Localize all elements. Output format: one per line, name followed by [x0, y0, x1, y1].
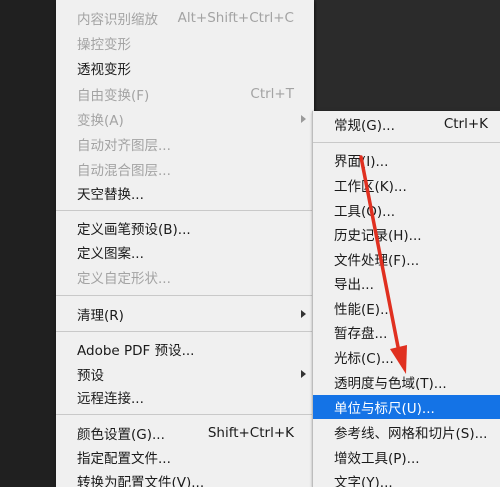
submenu-item-interface[interactable]: 界面(I)...	[313, 148, 500, 172]
menu-item-presets[interactable]: 预设	[56, 362, 314, 386]
submenu-arrow-icon	[301, 370, 306, 378]
menu-item-content-aware-scale[interactable]: 内容识别缩放 Alt+Shift+Ctrl+C	[56, 6, 314, 30]
submenu-item-workspace[interactable]: 工作区(K)...	[313, 173, 500, 197]
submenu-item-type[interactable]: 文字(Y)...	[313, 469, 500, 487]
menu-item-auto-align-layers[interactable]: 自动对齐图层...	[56, 132, 314, 156]
menu-item-perspective-warp[interactable]: 透视变形	[56, 56, 314, 80]
submenu-item-file-handling[interactable]: 文件处理(F)...	[313, 247, 500, 271]
submenu-item-history-log[interactable]: 历史记录(H)...	[313, 222, 500, 246]
submenu-item-units-rulers[interactable]: 单位与标尺(U)...	[313, 395, 500, 419]
menu-item-convert-to-profile[interactable]: 转换为配置文件(V)...	[56, 469, 314, 487]
menu-separator	[313, 142, 500, 143]
menu-item-purge[interactable]: 清理(R)	[56, 302, 314, 326]
menu-item-transform[interactable]: 变换(A)	[56, 107, 314, 131]
menu-item-auto-blend-layers[interactable]: 自动混合图层...	[56, 157, 314, 181]
preferences-submenu: 常规(G)... Ctrl+K 界面(I)... 工作区(K)... 工具(O)…	[312, 111, 500, 487]
menu-item-define-brush-preset[interactable]: 定义画笔预设(B)...	[56, 216, 314, 240]
edit-menu: 内容识别缩放 Alt+Shift+Ctrl+C 操控变形 透视变形 自由变换(F…	[56, 0, 314, 487]
left-gutter	[0, 0, 56, 487]
submenu-item-scratch-disks[interactable]: 暂存盘...	[313, 320, 500, 344]
menu-item-assign-profile[interactable]: 指定配置文件...	[56, 445, 314, 469]
menu-item-define-pattern[interactable]: 定义图案...	[56, 240, 314, 264]
menu-separator	[56, 210, 314, 211]
submenu-item-tools[interactable]: 工具(O)...	[313, 198, 500, 222]
menu-separator	[56, 414, 314, 415]
menu-item-color-settings[interactable]: 颜色设置(G)... Shift+Ctrl+K	[56, 421, 314, 445]
submenu-arrow-icon	[301, 115, 306, 123]
menu-item-sky-replacement[interactable]: 天空替换...	[56, 181, 314, 205]
submenu-item-guides-grid-slices[interactable]: 参考线、网格和切片(S)...	[313, 420, 500, 444]
menu-separator	[56, 331, 314, 332]
submenu-item-general[interactable]: 常规(G)... Ctrl+K	[313, 112, 500, 136]
submenu-arrow-icon	[301, 310, 306, 318]
submenu-item-performance[interactable]: 性能(E)...	[313, 296, 500, 320]
menu-item-adobe-pdf-presets[interactable]: Adobe PDF 预设...	[56, 337, 314, 361]
submenu-item-transparency-gamut[interactable]: 透明度与色域(T)...	[313, 370, 500, 394]
menu-item-puppet-warp[interactable]: 操控变形	[56, 31, 314, 55]
menu-item-define-custom-shape[interactable]: 定义自定形状...	[56, 265, 314, 289]
submenu-item-export[interactable]: 导出...	[313, 271, 500, 295]
menu-item-remote-connections[interactable]: 远程连接...	[56, 385, 314, 409]
menu-separator	[56, 295, 314, 296]
submenu-item-cursors[interactable]: 光标(C)...	[313, 345, 500, 369]
submenu-item-plugins[interactable]: 增效工具(P)...	[313, 445, 500, 469]
menu-item-free-transform[interactable]: 自由变换(F) Ctrl+T	[56, 82, 314, 106]
